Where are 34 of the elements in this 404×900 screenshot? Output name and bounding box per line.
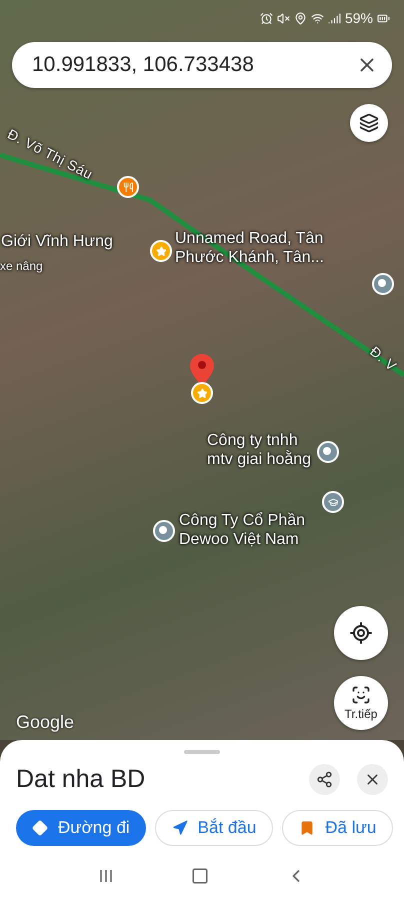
- home-icon[interactable]: [190, 867, 209, 885]
- sheet-handle[interactable]: [184, 750, 220, 754]
- saved-icon: [299, 820, 316, 836]
- place-label: xe nâng: [0, 259, 44, 274]
- share-button[interactable]: [309, 764, 340, 795]
- place-label: Giới Vĩnh Hưng: [1, 232, 114, 252]
- search-input[interactable]: 10.991833, 106.733438: [32, 53, 356, 77]
- recent-apps-icon[interactable]: [98, 868, 114, 884]
- battery-level: 59%: [344, 10, 373, 26]
- battery-icon: [377, 12, 390, 24]
- wifi-icon: [310, 12, 324, 24]
- signal-icon: [328, 12, 341, 24]
- crosshair-icon: [349, 621, 373, 645]
- place-label: Unnamed Road, Tân Phước Khánh, Tân...: [175, 229, 325, 268]
- start-button[interactable]: Bắt đầu: [154, 810, 274, 846]
- mute-icon: [276, 12, 290, 24]
- search-field[interactable]: 10.991833, 106.733438: [12, 42, 392, 88]
- place-title: Dat nha BD: [16, 765, 146, 794]
- road-label: Đ. Võ Thị Sáu: [4, 126, 97, 184]
- google-attribution: Google: [16, 712, 74, 733]
- directions-icon: [32, 820, 48, 836]
- layers-icon: [359, 113, 379, 133]
- alarm-icon: [260, 12, 273, 24]
- place-label: Công ty tnhh mtv giai hoằng: [207, 431, 312, 470]
- scan-icon: [351, 685, 371, 705]
- saved-button[interactable]: Đã lưu: [282, 810, 394, 846]
- place-label: Công Ty Cổ Phần Dewoo Việt Nam: [179, 511, 306, 550]
- satellite-map[interactable]: [0, 0, 404, 740]
- start-icon: [172, 820, 188, 836]
- share-icon: [316, 771, 333, 788]
- directions-button[interactable]: Đường đi: [16, 810, 146, 846]
- close-button[interactable]: [357, 764, 388, 795]
- road-label: Đ. V: [366, 343, 401, 376]
- location-icon: [294, 12, 307, 24]
